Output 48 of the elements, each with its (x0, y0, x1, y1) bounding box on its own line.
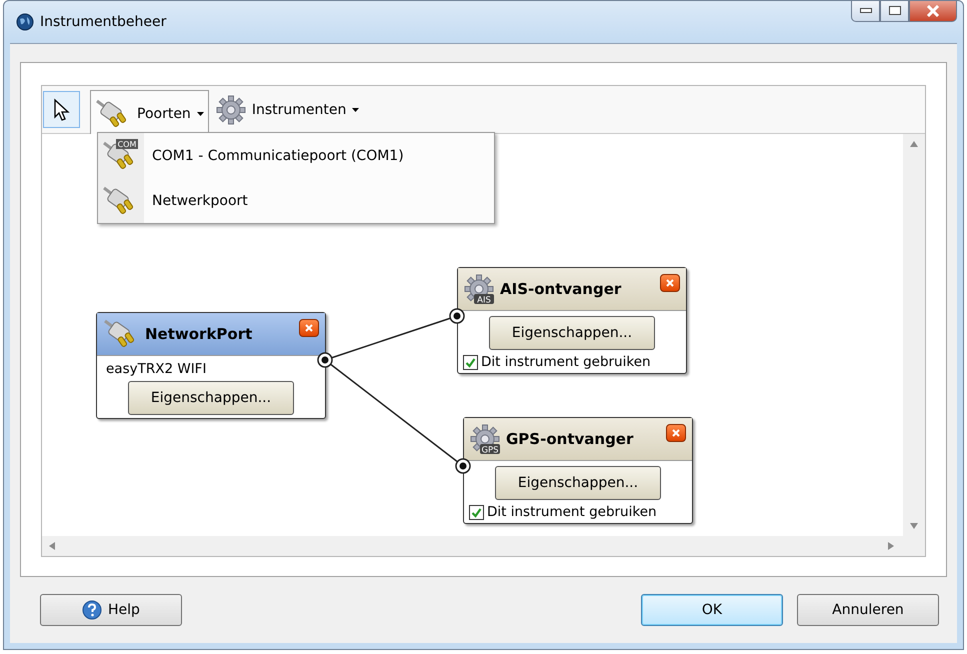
node-title: AIS-ontvanger (500, 280, 622, 298)
properties-button[interactable]: Eigenschappen... (489, 316, 655, 350)
pointer-tool[interactable] (43, 91, 80, 128)
maximize-icon (888, 6, 900, 16)
checkbox-label: Dit instrument gebruiken (481, 354, 651, 370)
gear-icon (216, 94, 246, 124)
node-title: NetworkPort (145, 325, 252, 343)
scroll-right-arrow-icon[interactable] (887, 542, 895, 550)
close-button[interactable] (660, 274, 680, 292)
connector-port[interactable] (317, 352, 333, 368)
node-card[interactable]: AIS AIS-ontvanger Eigenschappen... Dit instrument gebruiken (457, 267, 687, 374)
cancel-button[interactable]: Annuleren (797, 594, 939, 626)
caret-icon (196, 112, 204, 116)
checkbox-label: Dit instrument gebruiken (487, 504, 657, 520)
close-icon (926, 5, 940, 17)
ok-button[interactable]: OK (641, 594, 783, 626)
close-icon (304, 323, 314, 333)
properties-button[interactable]: Eigenschappen... (128, 381, 294, 415)
caret-icon (352, 108, 360, 112)
minimize-icon (860, 8, 872, 14)
horizontal-scrollbar[interactable] (42, 536, 925, 556)
menu-button[interactable]: Poorten (90, 90, 209, 137)
close-button[interactable] (299, 319, 319, 337)
properties-button[interactable]: Eigenschappen... (495, 466, 661, 500)
minimize-button[interactable] (851, 1, 880, 22)
connector-port[interactable] (449, 308, 465, 324)
checkbox[interactable] (463, 354, 478, 370)
node-title: GPS-ontvanger (506, 430, 634, 448)
close-button[interactable] (666, 424, 686, 442)
scroll-left-arrow-icon[interactable] (48, 542, 56, 550)
globe-icon (16, 13, 34, 31)
close-icon (671, 428, 681, 438)
device-name: easyTRX2 WIFI (105, 361, 206, 377)
close-button[interactable] (909, 1, 957, 22)
checkbox[interactable] (469, 504, 484, 520)
pointer-icon (52, 98, 70, 122)
menu-button[interactable]: Instrumenten (210, 90, 364, 130)
window-title: Instrumentbeheer (40, 14, 166, 30)
help-button[interactable]: Help (40, 594, 182, 626)
maximize-button[interactable] (880, 1, 909, 22)
vertical-scrollbar[interactable] (903, 134, 925, 536)
node-card[interactable]: NetworkPort easyTRX2 WIFI Eigenschappen... (96, 312, 326, 419)
help-icon (82, 600, 102, 620)
scroll-down-arrow-icon[interactable] (910, 522, 918, 530)
close-icon (665, 278, 675, 288)
connector-port[interactable] (455, 458, 471, 474)
scroll-up-arrow-icon[interactable] (910, 140, 918, 148)
node-card[interactable]: GPS GPS-ontvanger Eigenschappen... Dit instrument gebruiken (463, 417, 693, 524)
